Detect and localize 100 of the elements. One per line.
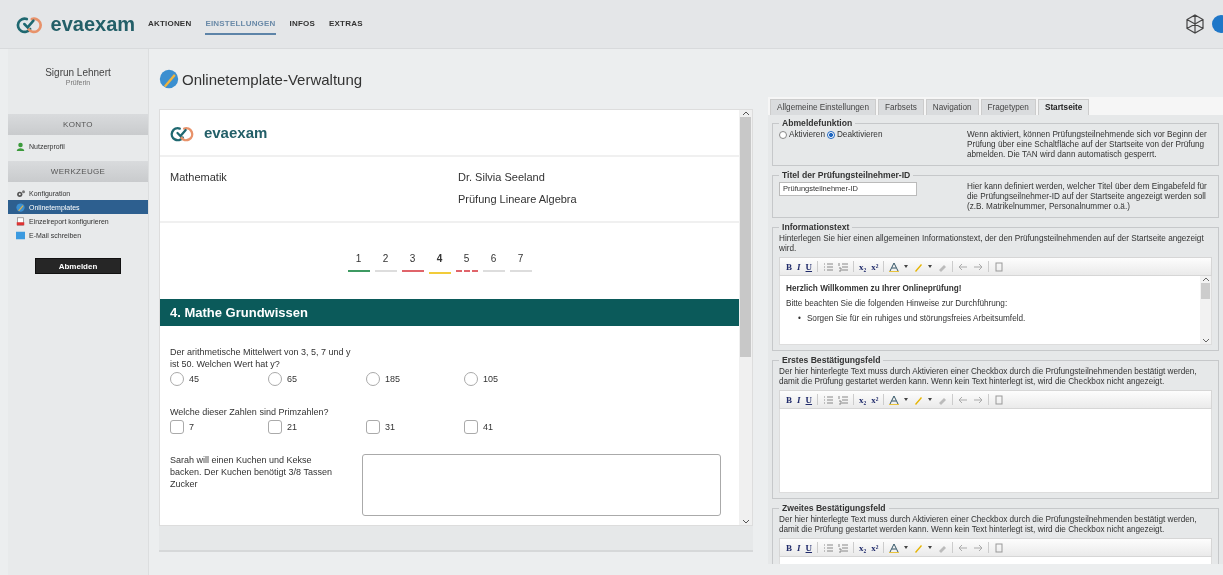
section-header: KONTO [8,114,148,135]
option-label: 7 [189,422,194,432]
format-button[interactable]: B [786,261,792,272]
help-text: Wenn aktiviert, können Prüfungsteilnehmende sich vor Beginn der Prüfung über eine Schaltfläche auf der Startseite von der Prüfung abmelden. Die TAN wird dann automatisch gesperrt. [967,130,1208,160]
examiner-name: Dr. Silvia Seeland [458,171,546,185]
format-button[interactable]: I [797,261,801,272]
arrow-down-icon [741,518,750,525]
page-number[interactable]: 5 [463,253,470,264]
mail-icon [16,230,25,240]
format-button[interactable]: U [805,261,813,272]
format-button[interactable]: I [797,542,801,553]
report-icon [16,216,25,226]
format-button[interactable]: U [805,394,813,405]
option-label: 65 [287,374,297,384]
logout-button[interactable]: Abmelden [35,258,121,274]
cube-icon [1185,14,1205,34]
option-label: 185 [385,374,401,384]
list-item: Sorgen Sie für ein ruhiges und störungsfreies Arbeitsumfeld. [806,314,1026,323]
settings-tab[interactable]: Fragetypen [980,99,1036,115]
text-color-icon [889,394,900,405]
page-title: Onlinetemplate-Verwaltung [182,70,363,88]
undo-icon [958,261,969,272]
settings-tab[interactable]: Navigation [925,99,979,115]
redo-icon [973,394,984,405]
section-title: 4. Mathe Grundwissen [160,299,739,326]
checkbox[interactable] [268,420,282,434]
bullet-list-icon [823,542,834,553]
document-icon [994,394,1005,405]
nav-tab[interactable]: EXTRAS [329,13,363,35]
section-header: WERKZEUGE [8,161,148,182]
brand-name: evaexam [203,124,268,141]
text-color-icon [889,261,900,272]
checkbox[interactable] [170,420,184,434]
option-label: 21 [287,422,297,432]
format-button[interactable]: x² [871,394,879,405]
arrow-up-icon [1201,276,1210,283]
editor-paragraph: Bitte beachten Sie die folgenden Hinweise zur Durchführung: [786,299,1009,308]
radio-button[interactable] [779,131,787,139]
page-number[interactable]: 7 [517,253,524,264]
format-button[interactable]: x₂ [859,261,867,272]
option-label: Aktivieren [789,130,825,140]
redo-icon [973,542,984,553]
checkbox[interactable] [366,420,380,434]
caret-icon [928,265,933,268]
caret-icon [904,265,909,268]
document-icon [994,542,1005,553]
settings-tab[interactable]: Startseite [1037,99,1090,115]
format-button[interactable]: x² [871,261,879,272]
highlighter-icon [913,394,924,405]
page-number[interactable]: 2 [382,253,389,264]
option-label: 45 [189,374,199,384]
option-label: 31 [385,422,395,432]
settings-tab[interactable]: Farbsets [877,99,924,115]
highlighter-icon [913,542,924,553]
document-icon [994,261,1005,272]
page-number[interactable]: 6 [490,253,497,264]
caret-icon [904,546,909,549]
format-button[interactable]: I [797,394,801,405]
user-icon [16,141,25,151]
page-number[interactable]: 1 [355,253,362,264]
format-button[interactable]: B [786,542,792,553]
logo-icon [16,14,43,34]
numbered-list-icon [838,261,849,272]
bullet-list-icon [823,394,834,405]
format-button[interactable]: x₂ [859,394,867,405]
group-title: Informationstext [781,222,851,232]
help-text: Hier kann definiert werden, welcher Titel über dem Eingabefeld für die Prüfungseilnehmer-ID auf der Startseite angezeigt werden soll (z.B. Matrikelnummer, Personalnummer o.ä.) [967,182,1208,212]
format-button[interactable]: x² [871,542,879,553]
option-label: 105 [483,374,499,384]
caret-icon [928,546,933,549]
arrow-down-icon [1201,337,1210,344]
checkbox[interactable] [464,420,478,434]
description-text: Hinterlegen Sie hier einen allgemeinen Informationstext, der den Prüfungsteilnehmenden auf der Startseite angezeigt wird. [779,234,1205,254]
format-button[interactable]: x₂ [859,542,867,553]
subject-name: Mathematik [170,171,228,185]
numbered-list-icon [838,542,849,553]
group-title: Titel der Prüfungsteilnehmer-ID [781,170,912,180]
numbered-list-icon [838,394,849,405]
nav-tab[interactable]: INFOS [289,13,315,35]
bullet-list-icon [823,261,834,272]
option-label: Deaktivieren [836,130,883,140]
undo-icon [958,542,969,553]
radio-button[interactable] [826,131,835,139]
caret-icon [904,398,909,401]
editor-area[interactable]: Herzlich Willkommen zu Ihrer Onlineprüfung! Bitte beachten Sie die folgenden Hinweise zur Durchführung: • Sorgen Sie für ein ruhiges und störungsfreies Arbeitsumfeld. [779,276,1212,345]
page-number[interactable]: 3 [409,253,416,264]
brush-icon [159,69,179,89]
scrollbar-thumb [1201,283,1210,299]
page-number[interactable]: 4 [436,253,443,264]
nav-tab[interactable]: AKTIONEN [148,13,192,35]
caret-icon [928,398,933,401]
highlighter-icon [913,261,924,272]
answer-box[interactable] [362,454,721,516]
text-color-icon [889,542,900,553]
brush-icon [16,202,25,212]
format-button[interactable]: U [805,542,813,553]
user-name: Sigrun Lehnert [44,67,112,78]
settings-tab[interactable]: Allgemeine Einstellungen [770,99,876,115]
format-button[interactable]: B [786,394,792,405]
bullet-mark: • [798,314,801,323]
